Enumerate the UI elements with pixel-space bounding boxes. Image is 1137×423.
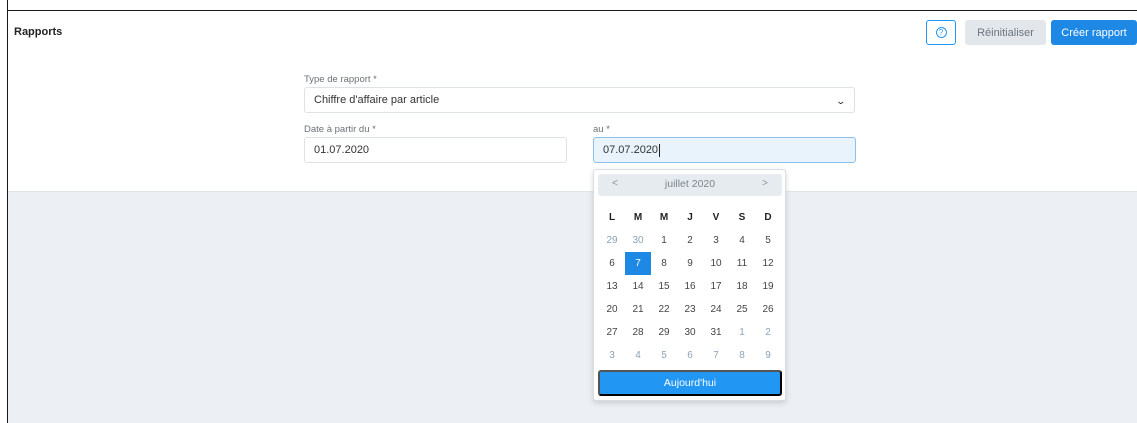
date-from-input[interactable]: 01.07.2020 xyxy=(304,137,567,163)
week-row: 27 28 29 30 31 1 2 xyxy=(599,321,781,344)
day-cell[interactable]: 21 xyxy=(625,298,651,321)
weekday-header-row: LMMJVSD xyxy=(599,206,781,229)
day-cell[interactable]: 9 xyxy=(677,252,703,275)
next-month-button[interactable]: > xyxy=(762,178,768,189)
week-row: 6 7 8 9 10 11 12 xyxy=(599,252,781,275)
day-cell[interactable]: 5 xyxy=(755,229,781,252)
day-cell[interactable]: 4 xyxy=(625,344,651,367)
day-cell[interactable]: 2 xyxy=(677,229,703,252)
day-cell[interactable]: 12 xyxy=(755,252,781,275)
help-button[interactable]: ? xyxy=(926,20,956,45)
date-to-value: 07.07.2020 xyxy=(603,144,659,156)
report-type-select[interactable]: Chiffre d'affaire par article ⌄ xyxy=(304,87,855,113)
weekday-label: M xyxy=(659,212,669,223)
week-row: 29 30 1 2 3 4 5 xyxy=(599,229,781,252)
weekday-label: M xyxy=(633,212,643,223)
date-from-value: 01.07.2020 xyxy=(314,144,370,156)
day-cell[interactable]: 15 xyxy=(651,275,677,298)
day-cell[interactable]: 30 xyxy=(677,321,703,344)
weekday-label: V xyxy=(712,212,720,223)
reset-button[interactable]: Réinitialiser xyxy=(965,20,1046,45)
frame-border-top xyxy=(7,10,1137,11)
day-cell[interactable]: 7 xyxy=(703,344,729,367)
day-cell-selected[interactable]: 7 xyxy=(625,252,651,275)
day-cell[interactable]: 23 xyxy=(677,298,703,321)
report-type-value: Chiffre d'affaire par article xyxy=(314,94,440,106)
day-cell[interactable]: 9 xyxy=(755,344,781,367)
day-cell[interactable]: 25 xyxy=(729,298,755,321)
day-cell[interactable]: 27 xyxy=(599,321,625,344)
datepicker-header: juillet 2020 < > xyxy=(598,174,782,196)
create-report-button[interactable]: Créer rapport xyxy=(1051,20,1137,45)
day-cell[interactable]: 19 xyxy=(755,275,781,298)
report-output-area xyxy=(8,191,1137,423)
frame-border-left xyxy=(7,0,8,423)
day-cell[interactable]: 10 xyxy=(703,252,729,275)
day-cell[interactable]: 4 xyxy=(729,229,755,252)
date-to-input[interactable]: 07.07.2020 xyxy=(593,137,856,163)
week-row: 20 21 22 23 24 25 26 xyxy=(599,298,781,321)
day-cell[interactable]: 1 xyxy=(651,229,677,252)
chevron-down-icon: ⌄ xyxy=(835,96,847,106)
weekday-label: S xyxy=(738,212,746,223)
day-cell[interactable]: 29 xyxy=(599,229,625,252)
day-cell[interactable]: 26 xyxy=(755,298,781,321)
page-title: Rapports xyxy=(14,26,63,38)
week-row: 3456789 xyxy=(599,344,781,367)
day-cell[interactable]: 3 xyxy=(599,344,625,367)
day-cell[interactable]: 13 xyxy=(599,275,625,298)
weekday-label: J xyxy=(687,212,693,223)
day-cell[interactable]: 17 xyxy=(703,275,729,298)
weekday-label: L xyxy=(608,212,616,223)
day-cell[interactable]: 28 xyxy=(625,321,651,344)
report-type-label: Type de rapport * xyxy=(304,74,377,85)
weekday-label: D xyxy=(764,212,772,223)
datepicker-month[interactable]: juillet 2020 xyxy=(598,178,782,190)
week-row: 13 14 15 16 17 18 19 xyxy=(599,275,781,298)
day-cell[interactable]: 24 xyxy=(703,298,729,321)
day-cell[interactable]: 8 xyxy=(729,344,755,367)
day-cell[interactable]: 5 xyxy=(651,344,677,367)
app-frame: Rapports ? Réinitialiser Créer rapport T… xyxy=(0,0,1137,423)
day-cell[interactable]: 22 xyxy=(651,298,677,321)
day-cell[interactable]: 29 xyxy=(651,321,677,344)
day-cell[interactable]: 11 xyxy=(729,252,755,275)
date-from-label: Date à partir du * xyxy=(304,124,376,135)
day-cell[interactable]: 3 xyxy=(703,229,729,252)
question-circle-icon: ? xyxy=(935,27,947,38)
day-cell[interactable]: 18 xyxy=(729,275,755,298)
day-cell[interactable]: 20 xyxy=(599,298,625,321)
day-cell[interactable]: 6 xyxy=(599,252,625,275)
day-cell[interactable]: 6 xyxy=(677,344,703,367)
today-button[interactable]: Aujourd'hui xyxy=(598,370,782,396)
datepicker-grid: L M M J V S D 29 30 1 2 3 4 5 6 7 8 9 10 11 12 13 14 15 16 17 18 19… xyxy=(599,206,781,367)
datepicker-popup: juillet 2020 < > L M M J V S D 29 30 1 2 3 4 5 6 7 8 9 10 1… xyxy=(593,169,786,401)
day-cell[interactable]: 31 xyxy=(703,321,729,344)
day-cell[interactable]: 30 xyxy=(625,229,651,252)
day-cell[interactable]: 8 xyxy=(651,252,677,275)
date-to-label: au * xyxy=(593,124,610,135)
day-cell[interactable]: 1 xyxy=(729,321,755,344)
day-cell[interactable]: 2 xyxy=(755,321,781,344)
day-cell[interactable]: 16 xyxy=(677,275,703,298)
prev-month-button[interactable]: < xyxy=(612,178,618,189)
day-cell[interactable]: 14 xyxy=(625,275,651,298)
text-caret xyxy=(659,143,661,157)
